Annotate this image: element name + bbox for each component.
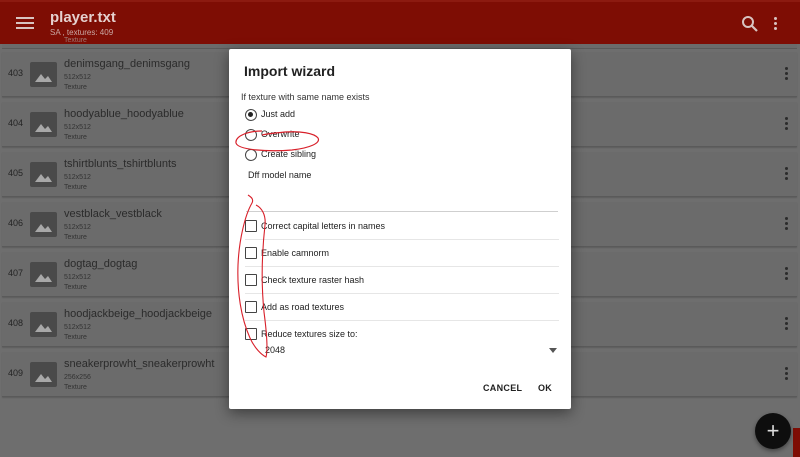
- image-placeholder-icon: [30, 62, 57, 87]
- item-more-icon[interactable]: [781, 364, 791, 384]
- item-index: 408: [8, 318, 24, 328]
- item-name: denimsgang_denimsgang: [64, 58, 190, 70]
- item-index: 403: [8, 68, 24, 78]
- item-more-icon[interactable]: [781, 314, 791, 334]
- item-more-icon[interactable]: [781, 64, 791, 84]
- item-index: 406: [8, 218, 24, 228]
- item-more-icon[interactable]: [781, 164, 791, 184]
- radio-create-sibling[interactable]: Create sibling: [245, 148, 375, 164]
- checkbox-icon: [245, 301, 257, 313]
- dff-model-name-input[interactable]: [246, 187, 558, 212]
- item-name: tshirtblunts_tshirtblunts: [64, 158, 177, 170]
- dialog-title: Import wizard: [244, 63, 336, 79]
- image-placeholder-icon: [30, 262, 57, 287]
- cancel-button[interactable]: CANCEL: [483, 383, 522, 393]
- item-more-icon[interactable]: [781, 264, 791, 284]
- item-type: Texture: [64, 334, 87, 341]
- reduce-size-value: 2048: [265, 345, 286, 355]
- item-size: 512x512: [64, 324, 91, 331]
- image-placeholder-icon: [30, 362, 57, 387]
- checkbox-correct-capital-letters[interactable]: Correct capital letters in names: [245, 213, 559, 240]
- item-type: Texture: [64, 84, 87, 91]
- item-size: 512x512: [64, 174, 91, 181]
- radio-overwrite[interactable]: Overwrite: [245, 128, 375, 144]
- item-size: 256x256: [64, 374, 91, 381]
- edge-strip: [793, 428, 800, 457]
- item-index: 407: [8, 268, 24, 278]
- item-type: Texture: [64, 384, 87, 391]
- item-name: vestblack_vestblack: [64, 208, 162, 220]
- checkbox-enable-camnorm[interactable]: Enable camnorm: [245, 240, 559, 267]
- item-name: hoodyablue_hoodyablue: [64, 108, 184, 120]
- item-type: Texture: [64, 284, 87, 291]
- item-size: 512x512: [64, 124, 91, 131]
- item-size: 512x512: [64, 74, 91, 81]
- image-placeholder-icon: [30, 162, 57, 187]
- radio-label: Just add: [261, 109, 296, 119]
- item-type: Texture: [64, 134, 87, 141]
- app-bar: player.txt SA , textures: 409: [0, 0, 800, 44]
- item-type: Texture: [64, 234, 87, 241]
- item-size: 512x512: [64, 274, 91, 281]
- add-fab-button[interactable]: +: [755, 413, 791, 449]
- menu-icon[interactable]: [14, 14, 36, 34]
- search-icon[interactable]: [740, 14, 760, 34]
- item-type: Texture: [64, 184, 87, 191]
- item-name: sneakerprowht_sneakerprowht: [64, 358, 215, 370]
- checkbox-icon: [245, 247, 257, 259]
- app-subtitle: SA , textures: 409: [50, 28, 114, 37]
- reduce-size-select[interactable]: 2048: [265, 343, 559, 359]
- checkbox-icon: [245, 274, 257, 286]
- item-name: dogtag_dogtag: [64, 258, 138, 270]
- item-index: 409: [8, 368, 24, 378]
- checkbox-label: Correct capital letters in names: [261, 221, 386, 231]
- item-size: 512x512: [64, 224, 91, 231]
- checkbox-icon: [245, 220, 257, 232]
- item-more-icon[interactable]: [781, 214, 791, 234]
- image-placeholder-icon: [30, 312, 57, 337]
- checkbox-road-textures[interactable]: Add as road textures: [245, 294, 559, 321]
- duplicate-section-label: If texture with same name exists: [241, 92, 370, 102]
- more-vert-icon[interactable]: [768, 14, 782, 34]
- radio-checked-icon: [245, 109, 257, 121]
- checkbox-check-raster-hash[interactable]: Check texture raster hash: [245, 267, 559, 294]
- radio-label: Overwrite: [261, 129, 300, 139]
- checkbox-icon: [245, 328, 257, 340]
- dropdown-arrow-icon: [549, 348, 557, 353]
- ok-button[interactable]: OK: [538, 383, 552, 393]
- item-more-icon[interactable]: [781, 114, 791, 134]
- app-title: player.txt: [50, 9, 116, 26]
- partial-item-type: Texture: [64, 37, 87, 44]
- item-index: 405: [8, 168, 24, 178]
- dff-model-name-label: Dff model name: [248, 170, 312, 180]
- checkbox-label: Enable camnorm: [261, 248, 330, 258]
- image-placeholder-icon: [30, 212, 57, 237]
- import-wizard-dialog: Import wizard If texture with same name …: [229, 49, 571, 409]
- radio-unchecked-icon: [245, 129, 257, 141]
- checkbox-label: Check texture raster hash: [261, 275, 365, 285]
- radio-just-add[interactable]: Just add: [245, 108, 375, 124]
- radio-label: Create sibling: [261, 149, 317, 159]
- radio-unchecked-icon: [245, 149, 257, 161]
- image-placeholder-icon: [30, 112, 57, 137]
- checkbox-label: Reduce textures size to:: [261, 329, 358, 339]
- item-name: hoodjackbeige_hoodjackbeige: [64, 308, 213, 320]
- checkbox-label: Add as road textures: [261, 302, 345, 312]
- item-index: 404: [8, 118, 24, 128]
